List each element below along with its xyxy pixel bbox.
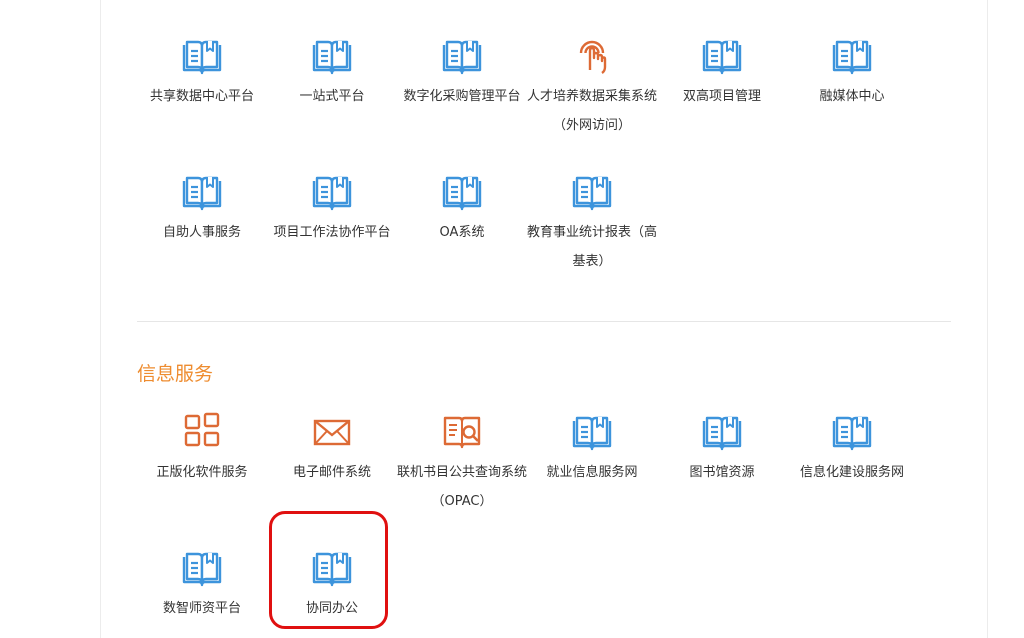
book-icon: [182, 551, 222, 587]
app-tile-one-stop-platform[interactable]: 一站式平台: [267, 36, 397, 111]
app-tile-it-construction[interactable]: 信息化建设服务网: [787, 412, 917, 487]
section-divider: [137, 321, 951, 322]
app-label: 共享数据中心平台: [149, 89, 254, 104]
app-tile-library-resources[interactable]: 图书馆资源: [657, 412, 787, 487]
app-tile-project-collaboration[interactable]: 项目工作法协作平台: [267, 172, 397, 247]
book-icon: [312, 175, 352, 211]
mail-icon: [313, 419, 351, 446]
book-icon: [702, 415, 742, 451]
app-label: 双高项目管理: [682, 89, 761, 104]
app-tile-email-system[interactable]: 电子邮件系统: [267, 412, 397, 487]
book-icon: [182, 175, 222, 211]
book-icon: [832, 39, 872, 75]
book-search-icon: [443, 416, 481, 449]
section-title-info-services: 信息服务: [137, 363, 214, 385]
app-label: 自助人事服务: [162, 225, 241, 240]
book-icon: [442, 175, 482, 211]
app-label: 数字化采购管理平台: [403, 89, 521, 104]
app-label: 人才培养数据采集系统（外网访问）: [527, 89, 658, 133]
app-label: 一站式平台: [299, 89, 365, 104]
book-icon: [572, 175, 612, 211]
app-tile-employment-info[interactable]: 就业信息服务网: [527, 412, 657, 487]
app-label: 电子邮件系统: [292, 465, 371, 480]
app-label: 教育事业统计报表（高基表）: [527, 225, 658, 269]
app-label: 联机书目公共查询系统（OPAC）: [397, 465, 528, 509]
app-label: 图书馆资源: [689, 465, 755, 480]
app-tile-shared-data-center[interactable]: 共享数据中心平台: [137, 36, 267, 111]
app-tile-smart-faculty[interactable]: 数智师资平台: [137, 548, 267, 623]
app-tile-opac[interactable]: 联机书目公共查询系统（OPAC）: [397, 412, 527, 516]
app-tile-self-service-hr[interactable]: 自助人事服务: [137, 172, 267, 247]
grid-icon: [184, 412, 220, 447]
app-label: OA系统: [439, 225, 485, 240]
app-tile-talent-data-collection[interactable]: 人才培养数据采集系统（外网访问）: [527, 36, 657, 140]
app-label: 融媒体中心: [819, 89, 885, 104]
app-label: 数智师资平台: [162, 601, 241, 616]
book-icon: [182, 39, 222, 75]
book-icon: [442, 39, 482, 75]
app-tile-double-high-project[interactable]: 双高项目管理: [657, 36, 787, 111]
app-tile-oa-system[interactable]: OA系统: [397, 172, 527, 247]
app-label: 信息化建设服务网: [799, 465, 904, 480]
touch-icon: [579, 40, 607, 74]
app-label: 项目工作法协作平台: [273, 225, 391, 240]
highlight-box: [269, 511, 388, 629]
book-icon: [702, 39, 742, 75]
book-icon: [312, 39, 352, 75]
app-label: 就业信息服务网: [546, 465, 638, 480]
app-tile-education-statistics[interactable]: 教育事业统计报表（高基表）: [527, 172, 657, 276]
app-label: 正版化软件服务: [156, 465, 248, 480]
book-icon: [572, 415, 612, 451]
app-tile-licensed-software[interactable]: 正版化软件服务: [137, 412, 267, 487]
book-icon: [832, 415, 872, 451]
app-tile-digital-procurement[interactable]: 数字化采购管理平台: [397, 36, 527, 111]
app-tile-media-center[interactable]: 融媒体中心: [787, 36, 917, 111]
